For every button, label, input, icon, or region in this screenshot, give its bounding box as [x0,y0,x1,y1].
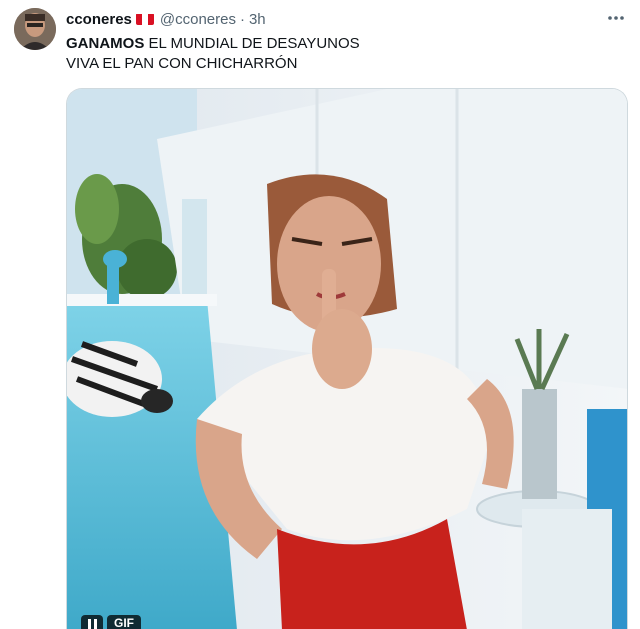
gif-media[interactable]: GIF [66,88,628,629]
tweet-line-2: VIVA EL PAN CON CHICHARRÓN [66,55,298,72]
tweet-line-1: GANAMOS EL MUNDIAL DE DESAYUNOS [66,34,606,54]
display-name[interactable]: cconeres [66,11,132,28]
tweet-line-1-rest: EL MUNDIAL DE DESAYUNOS [144,35,360,52]
more-icon [608,16,624,20]
avatar[interactable] [14,8,56,50]
timestamp[interactable]: 3h [249,11,266,28]
gif-badge: GIF [107,615,141,629]
gif-controls: GIF [81,615,141,629]
separator-dot: · [239,10,245,28]
pause-icon[interactable] [81,615,103,629]
tweet-bold-word: GANAMOS [66,35,145,52]
gif-frame [67,89,627,629]
user-handle[interactable]: @cconeres [160,11,236,28]
avatar-image [14,8,56,50]
tweet-header: cconeres @cconeres · 3h [66,9,266,29]
peru-flag-icon [135,13,154,25]
more-button[interactable] [606,9,626,27]
tweet-text: GANAMOS EL MUNDIAL DE DESAYUNOS VIVA EL … [66,34,606,74]
